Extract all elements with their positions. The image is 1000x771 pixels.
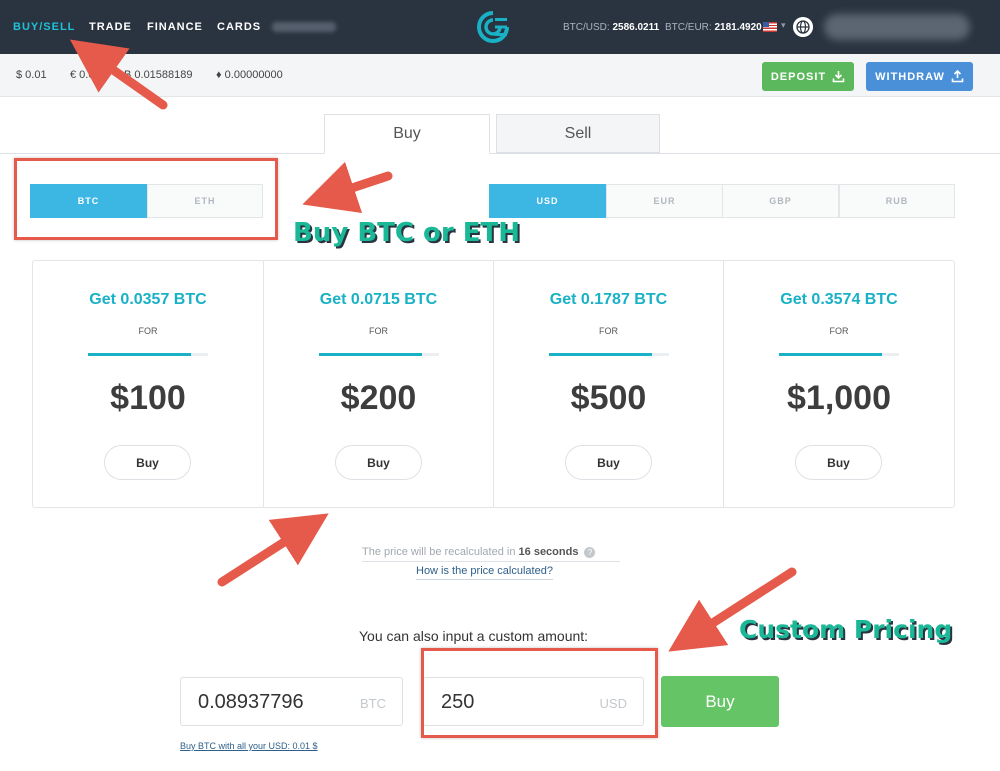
- arrow-to-custom-input: [668, 567, 797, 652]
- arrow-to-offer-cards: [217, 513, 329, 587]
- arrow-to-buy-sell: [69, 39, 168, 110]
- annotation-arrows: [69, 39, 797, 652]
- arrow-to-crypto-selector: [302, 161, 393, 214]
